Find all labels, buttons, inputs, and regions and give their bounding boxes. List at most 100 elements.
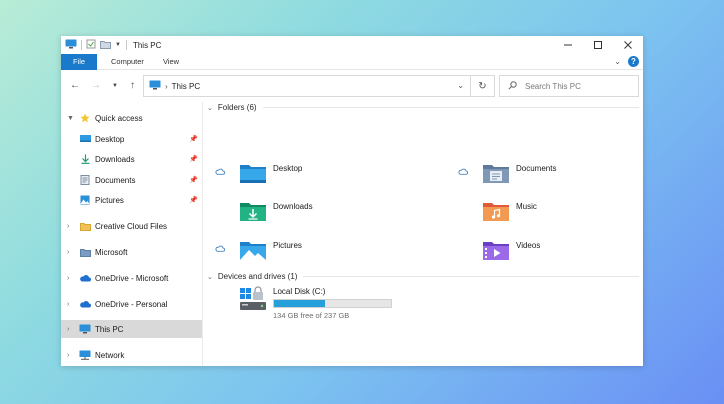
- content-pane: ⌄ Folders (6) Desktop Documents Download…: [203, 98, 643, 366]
- drive-name: Local Disk (C:): [273, 287, 326, 296]
- cloud-sync-icon: [215, 168, 225, 177]
- customize-toolbar-chevron-icon[interactable]: ▼: [115, 42, 121, 48]
- refresh-button[interactable]: ↻: [471, 75, 495, 97]
- folder-downloads[interactable]: Downloads: [239, 200, 313, 224]
- search-placeholder: Search This PC: [525, 81, 581, 91]
- folder-label: Downloads: [273, 202, 313, 211]
- sidebar-item-network[interactable]: › Network: [61, 346, 202, 364]
- windows-drive-icon: [239, 286, 267, 320]
- refresh-icon: ↻: [478, 80, 487, 92]
- sidebar-item-onedrive-microsoft[interactable]: › OneDrive - Microsoft: [61, 269, 202, 287]
- address-dropdown-chevron-icon[interactable]: ⌄: [457, 81, 464, 90]
- minimize-button[interactable]: [553, 36, 583, 54]
- pin-icon[interactable]: 📌: [189, 196, 198, 204]
- drive-local-disk-c[interactable]: Local Disk (C:) 134 GB free of 237 GB: [239, 286, 392, 320]
- pin-icon[interactable]: 📌: [189, 176, 198, 184]
- maximize-button[interactable]: [583, 36, 613, 54]
- ribbon-tabs: File Computer View ⌄ ?: [61, 53, 643, 70]
- expand-chevron-icon[interactable]: ▼: [67, 115, 75, 122]
- quick-access-toolbar: ▼: [65, 39, 121, 51]
- sidebar-item-onedrive-personal[interactable]: › OneDrive - Personal: [61, 295, 202, 313]
- group-header-label: Devices and drives (1): [217, 272, 298, 281]
- expand-chevron-icon[interactable]: ›: [67, 301, 75, 308]
- pictures-folder-icon: [239, 239, 267, 263]
- minimize-icon: [564, 44, 572, 46]
- ribbon-right-controls: ⌄ ?: [614, 56, 639, 67]
- expand-chevron-icon[interactable]: ›: [67, 223, 75, 230]
- tab-file[interactable]: File: [61, 53, 97, 70]
- sidebar-item-label: Documents: [95, 175, 136, 185]
- folder-icon: [79, 247, 91, 257]
- folder-videos[interactable]: Videos: [482, 239, 540, 263]
- collapse-chevron-icon[interactable]: ⌄: [207, 104, 213, 112]
- address-bar[interactable]: › This PC ⌄: [143, 75, 471, 97]
- music-folder-icon: [482, 200, 510, 224]
- breadcrumb-chevron-icon[interactable]: ›: [165, 82, 168, 91]
- sidebar-item-quick-access[interactable]: ▼ Quick access: [61, 109, 202, 127]
- folder-desktop[interactable]: Desktop: [239, 162, 302, 186]
- search-box[interactable]: Search This PC: [499, 75, 639, 97]
- group-header-devices-and-drives[interactable]: ⌄ Devices and drives (1): [207, 272, 639, 281]
- window-controls: [553, 36, 643, 54]
- drive-usage-bar: [273, 299, 392, 308]
- close-button[interactable]: [613, 36, 643, 54]
- sidebar-item-label: OneDrive - Microsoft: [95, 273, 169, 283]
- sidebar-item-label: This PC: [95, 324, 124, 334]
- downloads-folder-icon: [239, 200, 267, 224]
- folder-music[interactable]: Music: [482, 200, 537, 224]
- tab-view[interactable]: View: [155, 54, 190, 70]
- desktop-folder-icon: [239, 162, 267, 186]
- desktop-icon: [79, 134, 91, 144]
- cloud-sync-icon: [215, 245, 225, 254]
- recent-locations-chevron-icon[interactable]: ▼: [112, 83, 118, 89]
- this-pc-address-icon: [149, 80, 161, 92]
- drive-info: Local Disk (C:) 134 GB free of 237 GB: [273, 286, 392, 320]
- help-icon[interactable]: ?: [628, 56, 639, 67]
- sidebar-item-this-pc[interactable]: › This PC: [61, 320, 202, 338]
- new-folder-icon[interactable]: [100, 40, 111, 51]
- sidebar-item-pictures[interactable]: Pictures 📌: [61, 191, 202, 209]
- file-explorer-window: ▼ This PC File Computer View ⌄ ? ← → ▼ ↑…: [61, 36, 643, 366]
- sidebar-item-documents[interactable]: Documents 📌: [61, 171, 202, 189]
- sidebar-item-label: Network: [95, 350, 125, 360]
- folder-label: Music: [516, 202, 537, 211]
- expand-chevron-icon[interactable]: ›: [67, 326, 75, 333]
- cloud-icon: [79, 273, 91, 283]
- tab-computer[interactable]: Computer: [97, 54, 155, 70]
- sidebar-item-label: Microsoft: [95, 247, 128, 257]
- expand-chevron-icon[interactable]: ›: [67, 275, 75, 282]
- drive-usage-fill: [274, 300, 325, 307]
- folder-pictures[interactable]: Pictures: [239, 239, 302, 263]
- up-arrow-icon[interactable]: ↑: [130, 80, 135, 91]
- sidebar-item-microsoft[interactable]: › Microsoft: [61, 243, 202, 261]
- network-icon: [79, 350, 91, 360]
- forward-arrow-icon[interactable]: →: [91, 80, 101, 91]
- pin-icon[interactable]: 📌: [189, 135, 198, 143]
- sidebar-item-desktop[interactable]: Desktop 📌: [61, 130, 202, 148]
- download-icon: [79, 154, 91, 164]
- documents-icon: [79, 175, 91, 185]
- cloud-icon: [79, 299, 91, 309]
- sidebar-item-creative-cloud-files[interactable]: › Creative Cloud Files: [61, 217, 202, 235]
- navigation-bar: ← → ▼ ↑ › This PC ⌄ ↻ Search This PC: [61, 74, 643, 98]
- breadcrumb-this-pc[interactable]: This PC: [172, 82, 200, 91]
- expand-chevron-icon[interactable]: ›: [67, 249, 75, 256]
- computer-icon: [79, 324, 91, 334]
- pictures-icon: [79, 195, 91, 205]
- maximize-icon: [594, 41, 602, 49]
- collapse-chevron-icon[interactable]: ⌄: [207, 273, 213, 281]
- search-icon: [508, 80, 517, 92]
- title-bar: ▼ This PC: [61, 36, 643, 54]
- drive-free-space: 134 GB free of 237 GB: [273, 311, 350, 320]
- window-title: This PC: [132, 40, 162, 50]
- group-header-folders[interactable]: ⌄ Folders (6): [207, 103, 639, 112]
- title-separator: [125, 40, 127, 50]
- sidebar-item-label: OneDrive - Personal: [95, 299, 168, 309]
- folder-documents[interactable]: Documents: [482, 162, 556, 186]
- properties-icon[interactable]: [86, 39, 96, 51]
- expand-ribbon-chevron-icon[interactable]: ⌄: [614, 57, 621, 66]
- sidebar-item-downloads[interactable]: Downloads 📌: [61, 150, 202, 168]
- pin-icon[interactable]: 📌: [189, 155, 198, 163]
- expand-chevron-icon[interactable]: ›: [67, 352, 75, 359]
- back-arrow-icon[interactable]: ←: [70, 80, 80, 91]
